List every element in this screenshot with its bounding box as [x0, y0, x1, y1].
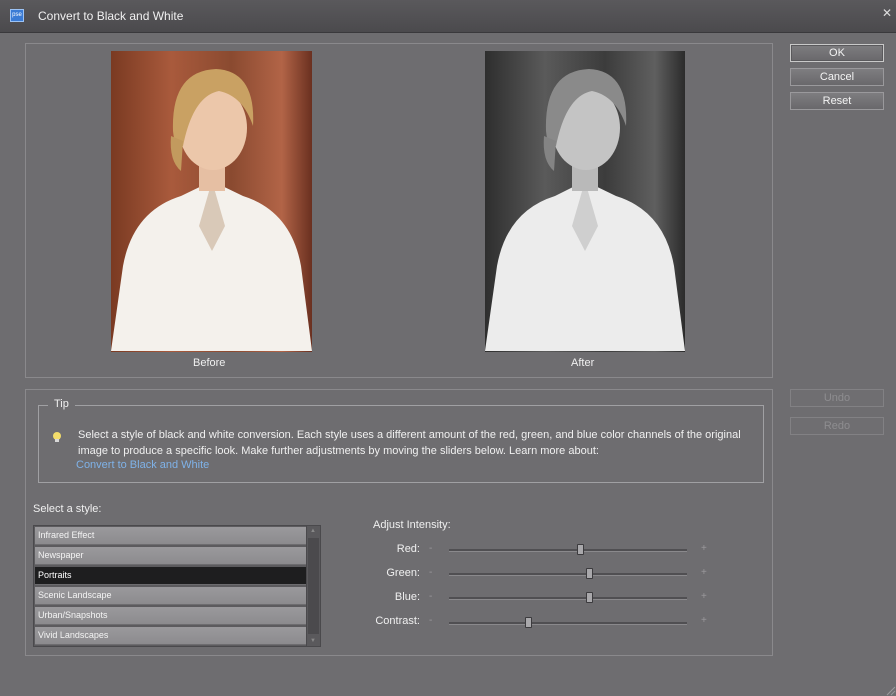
green-minus: -	[429, 567, 433, 578]
style-item-vivid-landscapes[interactable]: Vivid Landscapes	[35, 627, 306, 645]
blue-slider[interactable]	[449, 592, 687, 603]
reset-button[interactable]: Reset	[790, 92, 884, 110]
after-image	[485, 51, 685, 352]
adjust-intensity-label: Adjust Intensity:	[373, 519, 451, 531]
contrast-plus: +	[701, 615, 707, 626]
style-item-infrared-effect[interactable]: Infrared Effect	[35, 527, 306, 545]
blue-slider-thumb[interactable]	[586, 592, 594, 603]
lightbulb-icon	[53, 432, 61, 442]
resize-grip-icon[interactable]	[886, 686, 896, 696]
blue-plus: +	[701, 591, 707, 602]
contrast-slider[interactable]	[449, 617, 687, 628]
undo-button[interactable]: Undo	[790, 389, 884, 407]
before-image	[111, 51, 312, 352]
blue-minus: -	[429, 591, 433, 602]
tip-text: Select a style of black and white conver…	[78, 429, 741, 457]
scroll-up-icon[interactable]: ▲	[310, 528, 316, 534]
red-plus: +	[701, 543, 707, 554]
red-slider-thumb[interactable]	[576, 544, 584, 555]
green-slider[interactable]	[449, 568, 687, 579]
app-icon: pse	[10, 9, 24, 22]
style-item-urban-snapshots[interactable]: Urban/Snapshots	[35, 607, 306, 625]
contrast-slider-thumb[interactable]	[524, 617, 532, 628]
tip-legend: Tip	[48, 398, 75, 410]
redo-button[interactable]: Redo	[790, 417, 884, 435]
help-link[interactable]: Convert to Black and White	[76, 459, 209, 471]
select-style-label: Select a style:	[33, 503, 102, 515]
title-bar: pse Convert to Black and White ✕	[0, 0, 896, 33]
red-minus: -	[429, 543, 433, 554]
red-label: Red:	[396, 543, 420, 555]
green-label: Green:	[386, 567, 420, 579]
style-item-scenic-landscape[interactable]: Scenic Landscape	[35, 587, 306, 605]
scroll-down-icon[interactable]: ▼	[310, 638, 316, 644]
cancel-button[interactable]: Cancel	[790, 68, 884, 86]
style-list-scrollbar[interactable]: ▲ ▼	[306, 526, 320, 646]
scroll-thumb[interactable]	[308, 538, 319, 634]
before-label: Before	[193, 357, 226, 369]
style-item-newspaper[interactable]: Newspaper	[35, 547, 306, 565]
close-icon[interactable]: ✕	[882, 6, 892, 20]
blue-label: Blue:	[394, 591, 420, 603]
red-slider[interactable]	[449, 544, 687, 555]
after-label: After	[571, 357, 595, 369]
style-list[interactable]: Infrared Effect Newspaper Portraits Scen…	[33, 525, 321, 647]
ok-button[interactable]: OK	[790, 44, 884, 62]
contrast-label: Contrast:	[375, 615, 420, 627]
window-title: Convert to Black and White	[38, 9, 184, 23]
green-slider-thumb[interactable]	[586, 568, 594, 579]
style-item-portraits[interactable]: Portraits	[35, 567, 306, 585]
green-plus: +	[701, 567, 707, 578]
contrast-minus: -	[429, 615, 433, 626]
